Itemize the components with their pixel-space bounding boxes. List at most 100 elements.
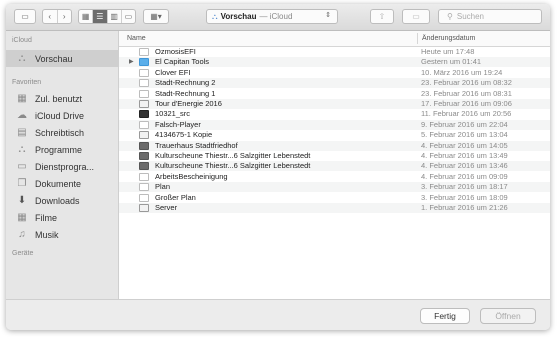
file-name: OzmosisEFI — [155, 47, 196, 56]
list-row[interactable]: Kulturscheune Thiestr...6 Salzgitter Leb… — [119, 161, 550, 172]
list-row[interactable]: Clover EFI 10. März 2016 um 19:24 — [119, 68, 550, 78]
file-icon — [139, 204, 149, 212]
downloads-icon: ⬇ — [17, 195, 27, 206]
file-icon — [139, 162, 149, 171]
sidebar-item-label: iCloud Drive — [35, 110, 85, 121]
list-row[interactable]: Kulturscheune Thiestr...6 Salzgitter Leb… — [119, 151, 550, 161]
file-icon — [139, 68, 149, 77]
list-row[interactable]: OzmosisEFI Heute um 17:48 — [119, 47, 550, 57]
file-date: 9. Februar 2016 um 22:04 — [421, 119, 508, 129]
file-icon — [139, 120, 149, 129]
sidebar-item-desktop[interactable]: ▤ Schreibtisch — [6, 124, 118, 141]
column-header-name[interactable]: Name — [127, 35, 146, 42]
back-button[interactable]: ‹ — [43, 10, 58, 23]
tag-button[interactable]: ▭ — [402, 9, 430, 24]
forward-button[interactable]: › — [58, 10, 72, 23]
icon-view-button[interactable]: ▦ — [79, 10, 94, 23]
file-icon — [139, 183, 149, 192]
list-view-button[interactable]: ☰ — [93, 10, 108, 23]
list-row[interactable]: Stadt-Rechnung 1 23. Februar 2016 um 08:3… — [119, 89, 550, 99]
sidebar-item-label: Zul. benutzt — [35, 93, 83, 104]
list-row[interactable]: Großer Plan 3. Februar 2016 um 18:09 — [119, 193, 550, 203]
recents-icon: ▦ — [17, 93, 27, 104]
file-date: Heute um 17:48 — [421, 47, 475, 56]
updown-arrows-icon: ⇕ — [325, 12, 331, 19]
column-header-date[interactable]: Änderungsdatum — [417, 33, 475, 44]
file-date: 5. Februar 2016 um 13:04 — [421, 130, 508, 140]
file-date: 10. März 2016 um 19:24 — [421, 67, 503, 77]
folder-icon: ▭ — [17, 161, 27, 172]
sidebar-heading-favorites: Favoriten — [12, 79, 42, 86]
sidebar-toggle-button[interactable]: ▭ — [14, 9, 36, 24]
file-icon — [139, 152, 149, 160]
list-header: Name Änderungsdatum — [119, 31, 550, 47]
file-icon — [139, 100, 149, 108]
nav-back-forward: ‹ › — [42, 9, 72, 24]
file-date: 3. Februar 2016 um 18:17 — [421, 182, 508, 192]
preview-folder-icon: ⛬ — [212, 11, 218, 21]
list-row[interactable]: ▶ El Capitan Tools Gestern um 01:41 — [119, 57, 550, 68]
file-date: 1. Februar 2016 um 21:26 — [421, 203, 508, 212]
file-name: Server — [155, 203, 178, 212]
sidebar: iCloud ⛬ Vorschau Favoriten ▦ Zul. benut… — [6, 31, 119, 299]
sidebar-item-label: Musik — [35, 229, 59, 240]
done-button[interactable]: Fertig — [420, 308, 470, 324]
sidebar-item-applications[interactable]: ⛬ Programme — [6, 141, 118, 158]
list-row[interactable]: Falsch-Player 9. Februar 2016 um 22:04 — [119, 119, 550, 130]
applications-icon: ⛬ — [18, 144, 26, 155]
share-icon: ⇧ — [378, 12, 386, 21]
list-row[interactable]: Server 1. Februar 2016 um 21:26 — [119, 203, 550, 213]
sidebar-item-vorschau[interactable]: ⛬ Vorschau — [6, 50, 118, 67]
sidebar-item-documents[interactable]: ❐ Dokumente — [6, 175, 118, 192]
list-row[interactable]: Trauerhaus Stadtfriedhof 4. Februar 2016 … — [119, 140, 550, 151]
sidebar-item-label: Filme — [35, 212, 57, 223]
location-popup[interactable]: ⛬ Vorschau — iCloud ⇕ — [206, 9, 338, 24]
share-button[interactable]: ⇧ — [370, 9, 394, 24]
file-icon — [139, 141, 149, 150]
sidebar-item-downloads[interactable]: ⬇ Downloads — [6, 192, 118, 209]
sidebar-item-utilities[interactable]: ▭ Dienstprogra... — [6, 158, 118, 175]
location-label: Vorschau — [220, 12, 257, 21]
column-view-button[interactable]: ▥ — [108, 10, 122, 23]
list-row[interactable]: 10321_src 11. Februar 2016 um 20:56 — [119, 109, 550, 119]
sidebar-item-recents[interactable]: ▦ Zul. benutzt — [6, 90, 118, 107]
file-icon — [139, 79, 149, 88]
list-row[interactable]: 4134675-1 Kopie 5. Februar 2016 um 13:04 — [119, 130, 550, 140]
file-name: Falsch-Player — [155, 119, 201, 129]
disclosure-triangle-icon[interactable]: ▶ — [129, 57, 134, 67]
search-input[interactable]: ⚲ Suchen — [438, 9, 542, 24]
sidebar-item-movies[interactable]: ▦ Filme — [6, 209, 118, 226]
sidebar-item-label: Dokumente — [35, 178, 82, 189]
tag-icon: ▭ — [412, 12, 420, 21]
movies-icon: ▦ — [17, 212, 27, 223]
file-icon — [139, 172, 149, 181]
list-row[interactable]: Plan 3. Februar 2016 um 18:17 — [119, 182, 550, 193]
file-icon — [139, 131, 149, 140]
file-date: 3. Februar 2016 um 18:09 — [421, 192, 508, 202]
sidebar-item-icloud-drive[interactable]: ☁ iCloud Drive — [6, 107, 118, 124]
folder-icon — [139, 58, 149, 67]
cover-flow-button[interactable]: ▭ — [122, 10, 135, 23]
sidebar-item-music[interactable]: ♫ Musik — [6, 226, 118, 243]
file-date: 4. Februar 2016 um 09:09 — [421, 171, 508, 181]
file-name: Kulturscheune Thiestr...6 Salzgitter Leb… — [155, 161, 311, 171]
desktop-icon: ▤ — [17, 127, 27, 138]
list-row[interactable]: ArbeitsBescheinigung 4. Februar 2016 um 0… — [119, 172, 550, 182]
sidebar-icon: ▭ — [21, 12, 29, 21]
sidebar-heading-devices: Geräte — [12, 250, 34, 257]
list-row[interactable]: Tour d'Energie 2016 17. Februar 2016 um 0… — [119, 99, 550, 109]
file-icon — [139, 193, 149, 202]
file-name: Stadt-Rechnung 2 — [155, 78, 216, 88]
toolbar: ▭ ‹ › ▦ ☰ ▥ ▭ ▦▾ ⛬ Vorschau — iCloud ⇕ ⇧… — [6, 4, 550, 31]
file-name: Stadt-Rechnung 1 — [155, 88, 216, 98]
file-date: 23. Februar 2016 um 08:31 — [421, 88, 512, 98]
file-icon — [139, 48, 149, 56]
file-date: 4. Februar 2016 um 13:46 — [421, 161, 508, 171]
list-row[interactable]: Stadt-Rechnung 2 23. Februar 2016 um 08:3… — [119, 78, 550, 89]
open-dialog-window: ▭ ‹ › ▦ ☰ ▥ ▭ ▦▾ ⛬ Vorschau — iCloud ⇕ ⇧… — [6, 4, 550, 330]
arrange-button[interactable]: ▦▾ — [143, 9, 169, 24]
open-button[interactable]: Öffnen — [480, 308, 536, 324]
file-date: 4. Februar 2016 um 14:05 — [421, 140, 508, 150]
file-name: Clover EFI — [155, 67, 191, 77]
file-date: 17. Februar 2016 um 09:06 — [421, 99, 512, 108]
